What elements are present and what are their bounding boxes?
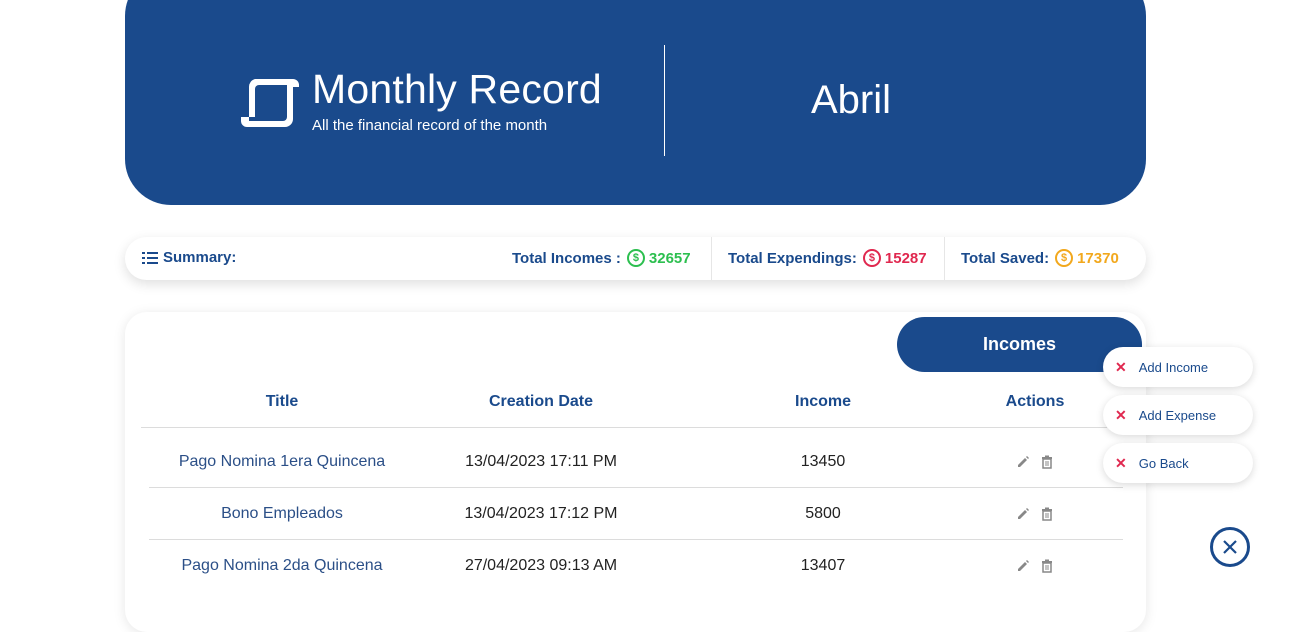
header-divider-line xyxy=(141,427,1107,428)
summary-label-text: Summary: xyxy=(163,249,237,266)
total-saved-label: Total Saved: xyxy=(961,249,1050,267)
edit-icon[interactable] xyxy=(1016,559,1030,573)
total-saved: Total Saved: $ 17370 xyxy=(961,249,1119,267)
add-income-button[interactable]: ✕ Add Income xyxy=(1103,347,1253,387)
summary-separator xyxy=(944,237,945,280)
header-divider xyxy=(664,45,665,156)
row-title: Pago Nomina 2da Quincena xyxy=(181,557,383,574)
dollar-coin-icon: $ xyxy=(1055,249,1074,267)
row-date: 27/04/2023 09:13 AM xyxy=(464,557,618,574)
row-title: Pago Nomina 1era Quincena xyxy=(178,453,386,470)
page-subtitle: All the financial record of the month xyxy=(312,117,548,134)
total-incomes-value: 32657 xyxy=(648,249,691,267)
add-income-label: Add Income xyxy=(1138,359,1209,375)
total-saved-value: 17370 xyxy=(1077,249,1119,267)
row-date: 13/04/2023 17:12 PM xyxy=(464,505,618,522)
close-icon: ✕ xyxy=(1115,358,1127,375)
header-banner: Monthly Record All the financial record … xyxy=(125,0,1146,205)
edit-icon[interactable] xyxy=(1016,507,1030,521)
close-icon: ✕ xyxy=(1115,406,1127,423)
summary-separator xyxy=(711,237,712,280)
total-expendings: Total Expendings: $ 15287 xyxy=(728,249,927,267)
list-icon xyxy=(142,251,158,264)
close-icon: ✕ xyxy=(1115,454,1127,471)
go-back-button[interactable]: ✕ Go Back xyxy=(1103,443,1253,483)
row-income: 13450 xyxy=(800,453,846,470)
row-date: 13/04/2023 17:11 PM xyxy=(465,453,617,470)
column-header-title: Title xyxy=(265,393,299,410)
add-expense-button[interactable]: ✕ Add Expense xyxy=(1103,395,1253,435)
row-income: 5800 xyxy=(805,505,841,522)
go-back-label: Go Back xyxy=(1138,455,1189,471)
page-title: Monthly Record xyxy=(312,66,602,112)
delete-icon[interactable] xyxy=(1040,455,1054,469)
total-expendings-label: Total Expendings: xyxy=(728,249,857,267)
row-actions xyxy=(1016,455,1054,469)
total-incomes-label: Total Incomes : xyxy=(512,249,621,267)
edit-icon[interactable] xyxy=(1016,455,1030,469)
row-divider xyxy=(149,539,1123,540)
summary-label: Summary: xyxy=(142,249,236,266)
scroll-icon xyxy=(241,79,299,127)
column-header-income: Income xyxy=(794,393,852,410)
dollar-coin-icon: $ xyxy=(626,249,645,267)
incomes-card: Incomes Title Creation Date Income Actio… xyxy=(125,312,1146,632)
row-income: 13407 xyxy=(800,557,846,574)
total-expendings-value: 15287 xyxy=(884,249,927,267)
column-header-actions: Actions xyxy=(1005,393,1065,410)
delete-icon[interactable] xyxy=(1040,559,1054,573)
delete-icon[interactable] xyxy=(1040,507,1054,521)
row-divider xyxy=(149,487,1123,488)
summary-bar: Summary: Total Incomes : $ 32657 Total E… xyxy=(125,237,1146,280)
row-actions xyxy=(1016,507,1054,521)
add-expense-label: Add Expense xyxy=(1138,407,1217,423)
dollar-coin-icon: $ xyxy=(862,249,881,267)
close-icon xyxy=(1223,540,1237,554)
fab-close-button[interactable] xyxy=(1210,527,1250,567)
total-incomes: Total Incomes : $ 32657 xyxy=(512,249,691,267)
row-title: Bono Empleados xyxy=(221,505,343,522)
month-label: Abril xyxy=(811,78,892,122)
row-actions xyxy=(1016,559,1054,573)
column-header-creation-date: Creation Date xyxy=(488,393,594,410)
